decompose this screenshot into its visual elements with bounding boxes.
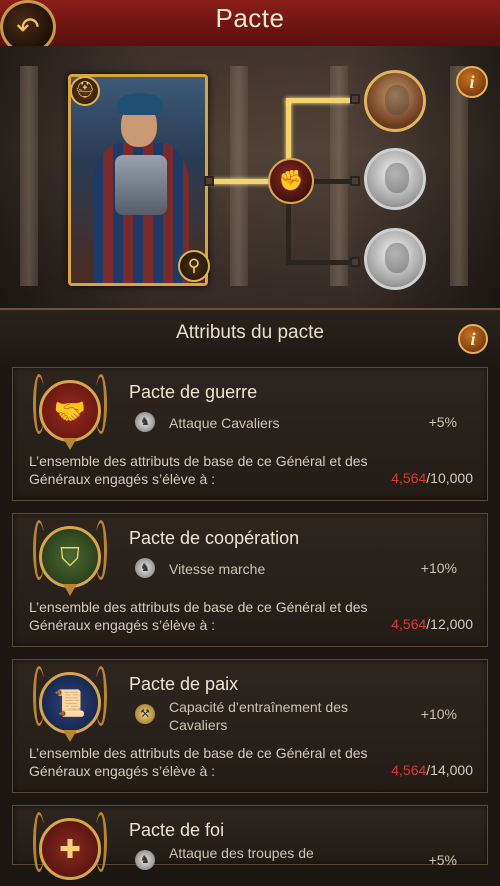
helmet-badge-icon: ⛑ (70, 76, 100, 106)
pact-card-peace: 📜 Pacte de paix ⚒ Capacité d’entraînemen… (12, 659, 488, 793)
cavalry-helmet-icon: ♞ (135, 558, 155, 578)
magnify-button[interactable]: ⚲ (178, 250, 210, 282)
pact-card-war: 🤝 Pacte de guerre ♞ Attaque Cavaliers +5… (12, 367, 488, 501)
pact-name: Pacte de foi (129, 820, 225, 840)
troop-icon: ♞ (135, 850, 155, 870)
stat-value: +10% (420, 560, 457, 576)
general-avatar (385, 85, 409, 115)
stat-label: Attaque des troupes de (169, 845, 314, 861)
background-pillar (230, 66, 248, 286)
info-button[interactable]: i (456, 66, 488, 98)
magnifier-icon: ⚲ (187, 256, 201, 275)
cavalry-helmet-icon: ♞ (135, 412, 155, 432)
linked-general-2[interactable] (364, 148, 426, 210)
pact-name: Pacte de paix (129, 674, 239, 694)
stat-label: Attaque Cavaliers (169, 415, 280, 431)
pact-progress: 4,564/10,000 (391, 470, 473, 486)
attributes-info-button[interactable]: i (458, 324, 488, 354)
link-node (204, 176, 214, 186)
top-bar: Pacte (0, 0, 500, 49)
link-node (350, 176, 360, 186)
link-line (208, 179, 270, 184)
background-pillar (450, 66, 468, 286)
info-icon: i (470, 329, 476, 349)
pact-requirement: L’ensemble des attributs de base de ce G… (29, 453, 368, 487)
pact-emblem: ✚ (33, 812, 107, 886)
linked-general-1[interactable] (364, 70, 426, 132)
cross-icon: ✚ (59, 834, 81, 864)
background-pillar (20, 66, 38, 286)
general-avatar (385, 243, 409, 273)
pact-name: Pacte de coopération (129, 528, 300, 548)
stat-value: +10% (420, 706, 457, 722)
link-line (286, 98, 352, 103)
stat-label: Capacité d’entraînement des Cavaliers (169, 699, 348, 733)
general-avatar (385, 163, 409, 193)
back-arrow-icon: ↶ (16, 11, 40, 43)
pact-card-cooperation: ⛉ Pacte de coopération ♞ Vitesse marche … (12, 513, 488, 647)
scroll-icon: 📜 (53, 688, 87, 718)
handshake-icon: 🤝 (53, 396, 87, 426)
pact-progress: 4,564/12,000 (391, 616, 473, 632)
link-node (350, 257, 360, 267)
pact-requirement: L’ensemble des attributs de base de ce G… (29, 599, 368, 633)
gauntlet-icon: ✊ (278, 170, 304, 192)
link-line (286, 100, 291, 160)
info-icon: i (469, 72, 475, 92)
link-line (286, 204, 291, 264)
pact-emblem: 🤝 (33, 374, 107, 450)
pact-emblem: 📜 (33, 666, 107, 742)
page-title: Pacte (215, 3, 285, 33)
link-line (286, 260, 356, 265)
pact-name: Pacte de guerre (129, 382, 258, 402)
general-hat (117, 93, 163, 115)
stat-value: +5% (428, 852, 457, 868)
pact-emblem: ⛉ (33, 520, 107, 596)
link-node (350, 94, 360, 104)
pact-requirement: L’ensemble des attributs de base de ce G… (29, 745, 368, 779)
pact-progress: 4,564/14,000 (391, 762, 473, 778)
stat-label: Vitesse marche (169, 561, 266, 577)
pact-hub-button[interactable]: ✊ (268, 158, 314, 204)
stat-value: +5% (428, 414, 457, 430)
section-title: Attributs du pacte (176, 322, 324, 343)
pact-card-faith: ✚ Pacte de foi ♞ Attaque des troupes de … (12, 805, 488, 880)
general-armor (115, 155, 167, 215)
shield-icon: ⛉ (60, 542, 80, 572)
training-icon: ⚒ (135, 704, 155, 724)
linked-general-3[interactable] (364, 228, 426, 290)
